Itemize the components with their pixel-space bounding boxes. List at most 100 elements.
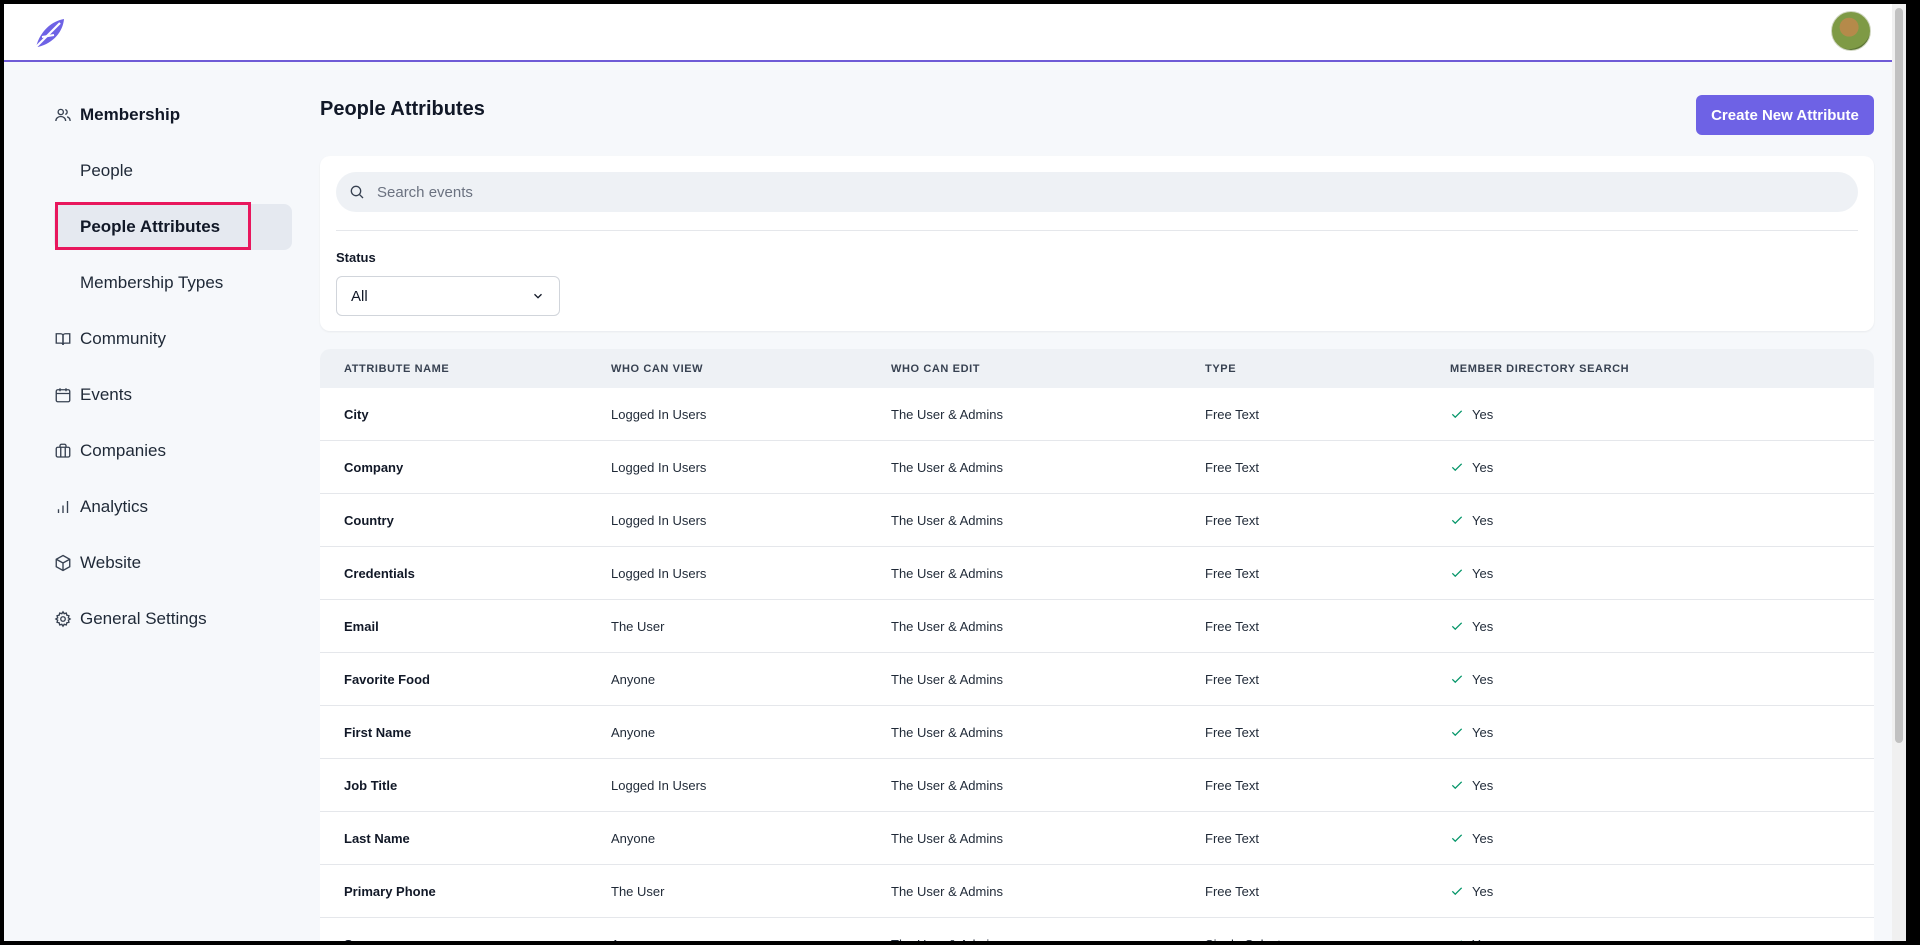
attribute-name-cell[interactable]: Last Name xyxy=(320,831,611,846)
directory-search-cell: Yes xyxy=(1450,937,1874,942)
attribute-name-cell[interactable]: Sex xyxy=(320,937,611,942)
sidebar-item-general-settings[interactable]: General Settings xyxy=(54,596,292,642)
table-row[interactable]: Credentials Logged In Users The User & Adm… xyxy=(320,547,1874,600)
who-can-edit-cell: The User & Admins xyxy=(891,777,1003,793)
filter-card: Status All xyxy=(320,156,1874,331)
create-new-attribute-button[interactable]: Create New Attribute xyxy=(1696,95,1874,135)
who-can-view-cell: Anyone xyxy=(611,724,656,740)
divider xyxy=(336,230,1858,231)
attribute-name-cell[interactable]: Primary Phone xyxy=(320,884,611,899)
directory-search-cell: Yes xyxy=(1450,884,1874,899)
sidebar-item-label: People xyxy=(80,161,133,180)
directory-search-value: Yes xyxy=(1472,937,1493,942)
scrollbar-thumb[interactable] xyxy=(1895,8,1903,743)
sidebar-item-membership[interactable]: Membership xyxy=(54,92,292,138)
table-row[interactable]: Email The User The User & Admins Free Text Y… xyxy=(320,600,1874,653)
search-icon xyxy=(350,185,364,199)
directory-search-cell: Yes xyxy=(1450,407,1874,422)
table-row[interactable]: Company Logged In Users The User & Admins F… xyxy=(320,441,1874,494)
check-icon xyxy=(1460,940,1462,941)
who-can-edit-cell: The User & Admins xyxy=(891,883,1003,899)
directory-search-value: Yes xyxy=(1472,512,1494,528)
type-cell: Free Text xyxy=(1205,671,1259,687)
who-can-edit-cell: The User & Admins xyxy=(891,459,1003,475)
attribute-name-cell[interactable]: Job Title xyxy=(320,778,611,793)
directory-search-value: Yes xyxy=(1472,565,1494,581)
table-row[interactable]: Last Name Anyone The User & Admins Free Tex… xyxy=(320,812,1874,865)
column-header-who-can-edit[interactable]: WHO CAN EDIT xyxy=(891,363,1205,375)
sidebar-item-analytics[interactable]: Analytics xyxy=(54,484,292,530)
sidebar-item-membership-types[interactable]: Membership Types xyxy=(54,260,292,306)
table-row[interactable]: SexAnyoneThe User & AdminsSingle Select Y… xyxy=(320,918,1874,941)
app-window: Membership People People Attributes Memb… xyxy=(4,4,1906,941)
who-can-view-cell: Logged In Users xyxy=(611,459,707,475)
check-icon xyxy=(1451,622,1463,631)
type-cell: Free Text xyxy=(1205,724,1259,740)
directory-search-cell: Yes xyxy=(1450,513,1874,528)
gear-icon xyxy=(54,610,72,628)
sidebar-item-label: General Settings xyxy=(80,609,207,628)
top-bar xyxy=(4,4,1906,62)
leaf-logo-icon[interactable] xyxy=(30,13,70,53)
check-icon xyxy=(1451,463,1463,472)
directory-search-value: Yes xyxy=(1472,830,1494,846)
status-select[interactable]: All xyxy=(336,276,560,316)
attribute-name-cell[interactable]: Email xyxy=(320,619,611,634)
search-input[interactable] xyxy=(377,183,1827,201)
sidebar-item-community[interactable]: Community xyxy=(54,316,292,362)
attribute-name-cell[interactable]: Credentials xyxy=(320,566,611,581)
sidebar-item-label: Companies xyxy=(80,441,166,460)
bar-chart-icon xyxy=(57,501,69,513)
scrollbar[interactable] xyxy=(1892,4,1906,941)
who-can-view-cell: Anyone xyxy=(611,671,656,687)
attribute-name-cell[interactable]: First Name xyxy=(320,725,611,740)
type-cell: Free Text xyxy=(1205,830,1259,846)
attribute-name-cell[interactable]: Favorite Food xyxy=(320,672,611,687)
directory-search-value: Yes xyxy=(1472,883,1494,899)
attribute-name-cell[interactable]: Country xyxy=(320,513,611,528)
sidebar-item-events[interactable]: Events xyxy=(54,372,292,418)
user-avatar[interactable] xyxy=(1831,11,1871,51)
sidebar-item-label: Analytics xyxy=(80,497,149,516)
table-row[interactable]: Favorite Food Anyone The User & Admins Free… xyxy=(320,653,1874,706)
who-can-edit-cell: The User & Admins xyxy=(891,830,1003,846)
type-cell: Free Text xyxy=(1205,406,1259,422)
table-row[interactable]: Job Title Logged In Users The User & Admin… xyxy=(320,759,1874,812)
sidebar-item-website[interactable]: Website xyxy=(54,540,292,586)
directory-search-cell: Yes xyxy=(1450,460,1874,475)
attribute-name-cell[interactable]: Company xyxy=(320,460,611,475)
who-can-edit-cell: The User & Admins xyxy=(891,406,1003,422)
users-icon xyxy=(55,108,71,122)
table-row[interactable]: Country Logged In Users The User & Admins F… xyxy=(320,494,1874,547)
who-can-edit-cell: The User & Admins xyxy=(891,937,1205,942)
check-icon xyxy=(1451,516,1463,525)
attribute-name-cell[interactable]: City xyxy=(320,407,611,422)
table-row[interactable]: Primary Phone The User The User & Admins Fr… xyxy=(320,865,1874,918)
column-header-type[interactable]: TYPE xyxy=(1205,363,1450,375)
sidebar-item-label: Membership xyxy=(80,105,181,124)
directory-search-value: Yes xyxy=(1472,406,1494,422)
sidebar-item-label: Events xyxy=(80,385,132,404)
sidebar-item-people[interactable]: People xyxy=(54,148,292,194)
column-header-attribute-name[interactable]: ATTRIBUTE NAME xyxy=(320,363,611,375)
directory-search-value: Yes xyxy=(1472,724,1494,740)
type-cell: Free Text xyxy=(1205,618,1259,634)
sidebar-item-companies[interactable]: Companies xyxy=(54,428,292,474)
type-cell: Free Text xyxy=(1205,512,1259,528)
sidebar-item-label: Membership Types xyxy=(80,273,224,292)
active-item-highlight xyxy=(55,202,251,250)
directory-search-cell: Yes xyxy=(1450,566,1874,581)
cube-icon xyxy=(55,554,71,572)
table-row[interactable]: First Name Anyone The User & Admins Free Te… xyxy=(320,706,1874,759)
table-body: City Logged In Users The User & Admins Free… xyxy=(320,388,1874,941)
table-row[interactable]: City Logged In Users The User & Admins Free… xyxy=(320,388,1874,441)
sidebar-item-label: Community xyxy=(80,329,166,348)
who-can-edit-cell: The User & Admins xyxy=(891,565,1003,581)
attributes-table: ATTRIBUTE NAME WHO CAN VIEW WHO CAN EDIT… xyxy=(320,349,1874,941)
who-can-edit-cell: The User & Admins xyxy=(891,724,1003,740)
column-header-member-directory-search[interactable]: MEMBER DIRECTORY SEARCH xyxy=(1450,363,1874,375)
column-header-who-can-view[interactable]: WHO CAN VIEW xyxy=(611,363,891,375)
book-icon xyxy=(55,333,71,346)
who-can-edit-cell: The User & Admins xyxy=(891,512,1003,528)
search-bar[interactable] xyxy=(336,172,1858,212)
